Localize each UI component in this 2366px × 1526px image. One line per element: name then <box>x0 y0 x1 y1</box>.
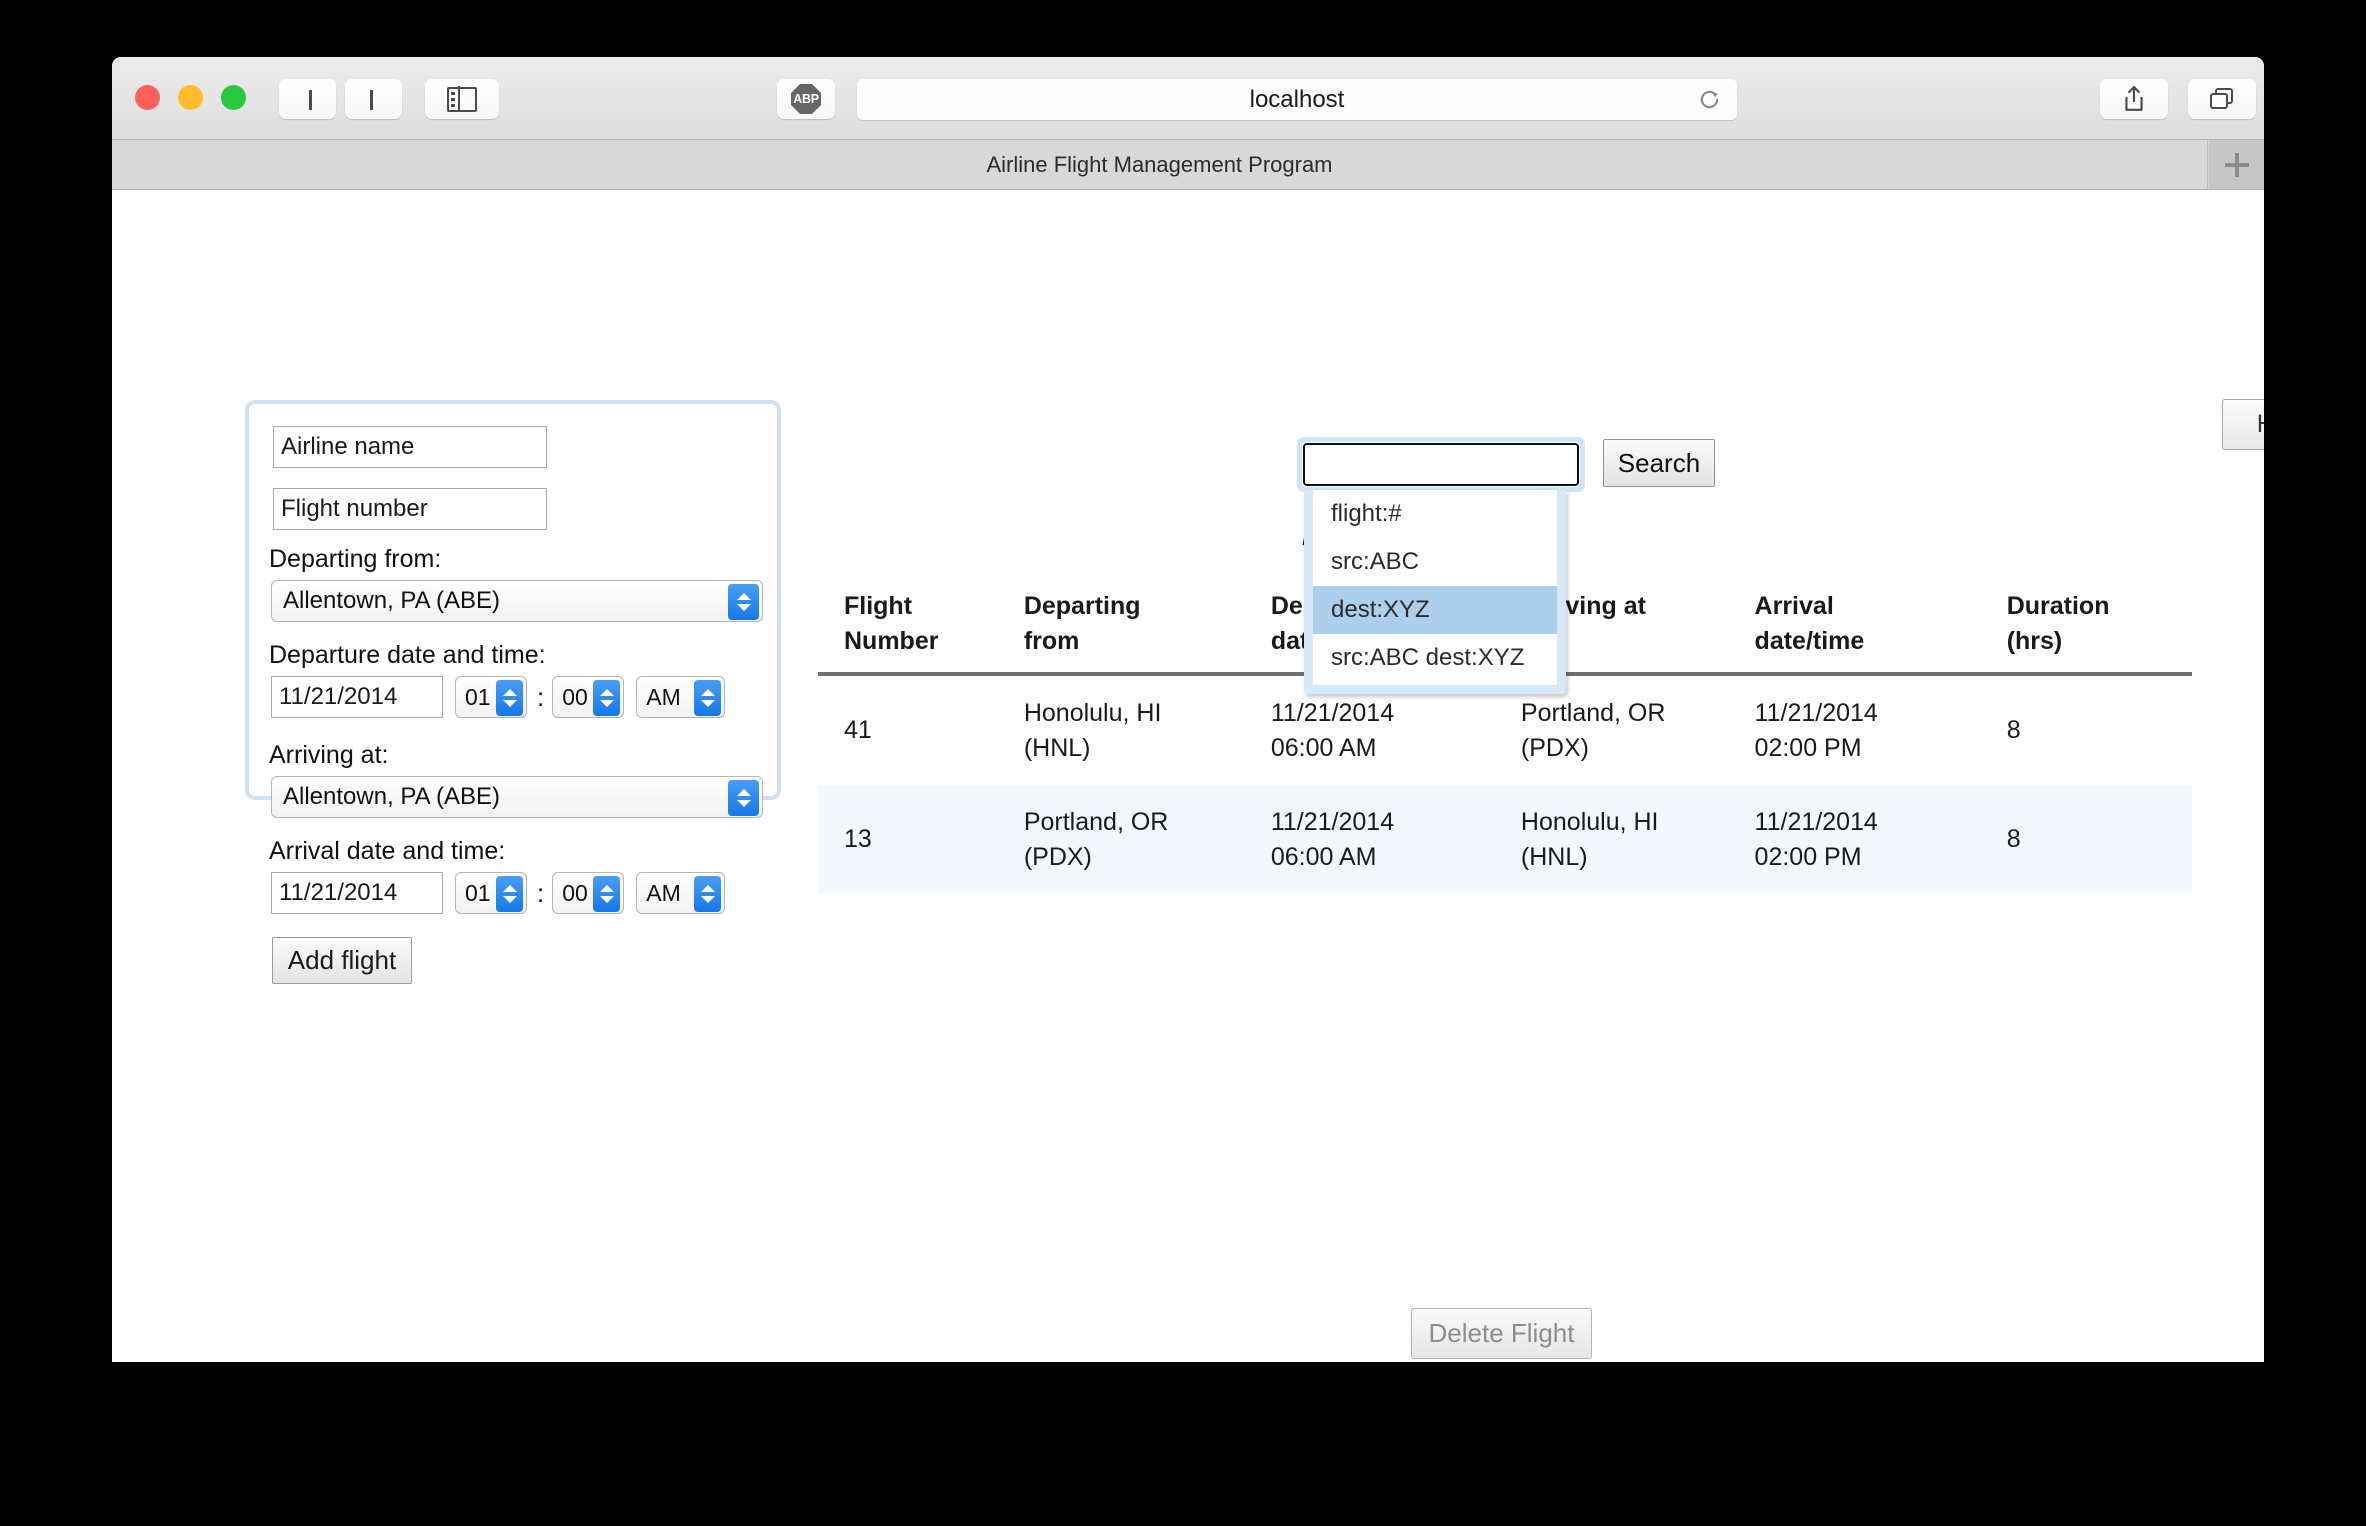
suggestion-item[interactable]: src:ABC <box>1313 538 1557 586</box>
plus-icon <box>2224 152 2249 177</box>
arrival-date-input[interactable] <box>271 872 443 914</box>
cell-arriving-at: Honolulu, HI (HNL) <box>1520 808 1659 871</box>
departure-ampm-select[interactable]: AM <box>636 676 726 718</box>
departing-from-value: Allentown, PA (ABE) <box>283 587 500 614</box>
arrival-ampm-value: AM <box>646 879 681 906</box>
abp-icon: ABP <box>791 84 821 114</box>
minimize-window-button[interactable] <box>178 85 203 110</box>
flight-number-input[interactable] <box>273 488 547 530</box>
cell-arrival-datetime: 11/21/2014 02:00 PM <box>1754 808 1878 871</box>
suggestion-item[interactable]: src:ABC dest:XYZ <box>1313 634 1557 682</box>
table-row[interactable]: 13 Portland, OR (PDX) 11/21/2014 06:00 AM Hon… <box>818 785 2192 894</box>
arriving-at-select[interactable]: Allentown, PA (ABE) <box>271 776 763 818</box>
suggestion-item[interactable]: flight:# <box>1313 490 1557 538</box>
arriving-at-value: Allentown, PA (ABE) <box>283 783 500 810</box>
cell-duration: 8 <box>2006 825 2021 853</box>
stepper-icon[interactable] <box>694 876 722 912</box>
tab-airline-flight-management[interactable]: Airline Flight Management Program <box>112 140 2208 189</box>
browser-window: ABP localhost Airline Flight Management … <box>112 57 2264 1362</box>
header-duration: Duration (hrs) <box>2006 589 2192 676</box>
arriving-at-label: Arriving at: <box>269 741 389 769</box>
address-bar[interactable]: localhost <box>857 79 1737 120</box>
sidebar-toggle-button[interactable] <box>425 79 499 119</box>
arrival-minute-select[interactable]: 00 <box>552 872 625 914</box>
stepper-icon[interactable] <box>593 876 621 912</box>
airline-name-input[interactable] <box>273 426 547 468</box>
cell-departing-from: Portland, OR (PDX) <box>1023 808 1169 871</box>
header-text: Duration (hrs) <box>2006 592 2110 655</box>
departure-datetime-label: Departure date and time: <box>269 641 546 669</box>
window-controls <box>135 85 246 110</box>
tab-bar: Airline Flight Management Program <box>112 140 2264 190</box>
header-arrival-datetime: Arrival date/time <box>1754 589 2007 676</box>
departure-hour-select[interactable]: 01 <box>455 676 527 718</box>
url-text: localhost <box>1249 85 1345 113</box>
page-content: Help Departing from: Allentown, PA (ABE)… <box>112 191 2264 1362</box>
back-button[interactable] <box>279 79 336 119</box>
search-input-wrapper <box>1297 437 1585 492</box>
departure-hour-value: 01 <box>465 683 491 710</box>
header-text: Departing from <box>1023 592 1141 655</box>
arrival-minute-value: 00 <box>562 879 588 906</box>
browser-toolbar: ABP localhost <box>112 57 2264 140</box>
delete-flight-button[interactable]: Delete Flight <box>1411 1308 1592 1359</box>
departing-from-select[interactable]: Allentown, PA (ABE) <box>271 580 763 622</box>
tab-overview-icon <box>2210 88 2233 109</box>
header-text: Flight Number <box>844 592 939 655</box>
adblock-plus-button[interactable]: ABP <box>777 79 835 119</box>
flights-table-body: 41 Honolulu, HI (HNL) 11/21/2014 06:00 AM Por… <box>818 674 2192 894</box>
cell-arrival-datetime: 11/21/2014 02:00 PM <box>1754 699 1878 762</box>
cell-flight-number: 41 <box>844 716 872 744</box>
stepper-icon[interactable] <box>496 876 523 912</box>
search-input[interactable] <box>1302 442 1580 487</box>
header-departing-from: Departing from <box>1023 589 1271 676</box>
departure-datetime-row: 01 : 00 AM <box>271 676 726 718</box>
stepper-icon[interactable] <box>496 680 523 716</box>
header-flight-number: Flight Number <box>818 589 1024 676</box>
tab-overview-button[interactable] <box>2188 79 2256 119</box>
reload-icon[interactable] <box>1698 88 1721 111</box>
arrival-hour-select[interactable]: 01 <box>455 872 527 914</box>
share-button[interactable] <box>2100 79 2168 119</box>
stepper-icon[interactable] <box>593 680 621 716</box>
departure-date-input[interactable] <box>271 676 443 718</box>
time-colon: : <box>537 877 545 908</box>
chevron-left-icon <box>304 90 312 110</box>
header-text: Arrival date/time <box>1754 592 1865 655</box>
share-icon <box>2125 86 2143 111</box>
departure-minute-select[interactable]: 00 <box>552 676 625 718</box>
close-window-button[interactable] <box>135 85 160 110</box>
time-colon: : <box>537 681 545 712</box>
stepper-icon[interactable] <box>728 584 759 620</box>
arrival-datetime-row: 01 : 00 AM <box>271 872 726 914</box>
arrival-datetime-label: Arrival date and time: <box>269 837 506 865</box>
add-flight-button[interactable]: Add flight <box>272 937 412 984</box>
forward-button[interactable] <box>345 79 402 119</box>
stepper-icon[interactable] <box>728 780 759 816</box>
cell-departing-from: Honolulu, HI (HNL) <box>1023 699 1162 762</box>
tab-title: Airline Flight Management Program <box>986 151 1333 177</box>
sidebar-toggle-icon <box>447 86 477 112</box>
cell-flight-number: 13 <box>844 825 872 853</box>
add-flight-form: Departing from: Allentown, PA (ABE) Depa… <box>245 400 781 984</box>
departing-from-label: Departing from: <box>269 545 442 573</box>
cell-duration: 8 <box>2006 716 2021 744</box>
new-tab-button[interactable] <box>2209 140 2264 189</box>
search-suggestions-dropdown[interactable]: flight:# src:ABC dest:XYZ src:ABC dest:XYZ <box>1304 490 1566 694</box>
search-button[interactable]: Search <box>1603 439 1715 487</box>
departure-minute-value: 00 <box>562 683 588 710</box>
suggestion-item[interactable]: dest:XYZ <box>1313 586 1557 634</box>
stepper-icon[interactable] <box>694 680 722 716</box>
cell-departure-datetime: 11/21/2014 06:00 AM <box>1270 808 1395 871</box>
departure-ampm-value: AM <box>646 683 681 710</box>
maximize-window-button[interactable] <box>221 85 246 110</box>
arrival-hour-value: 01 <box>465 879 491 906</box>
chevron-right-icon <box>369 90 378 110</box>
arrival-ampm-select[interactable]: AM <box>636 872 726 914</box>
help-button[interactable]: Help <box>2222 399 2264 450</box>
